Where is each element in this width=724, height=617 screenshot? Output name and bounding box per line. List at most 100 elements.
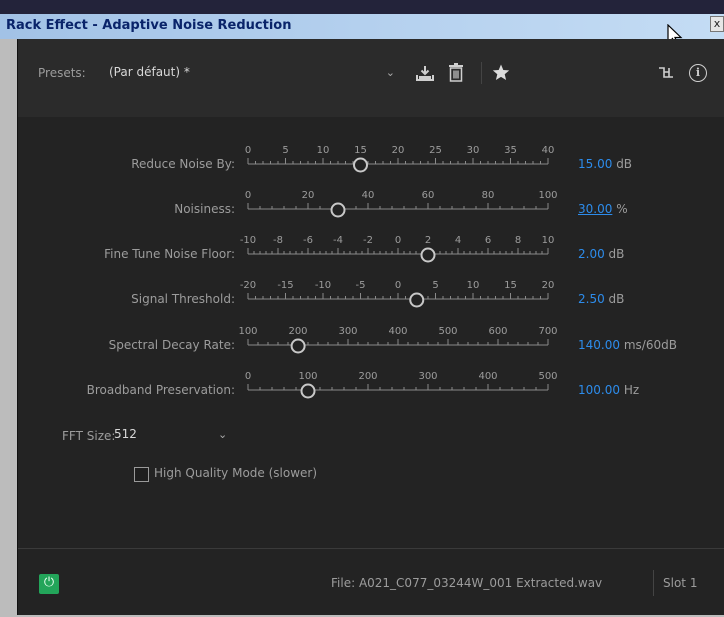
slider-tick-label: -6 bbox=[303, 235, 313, 246]
slider-tick-label: 400 bbox=[388, 326, 407, 337]
top-strip bbox=[0, 0, 724, 14]
high-quality-label: High Quality Mode (slower) bbox=[154, 466, 318, 480]
presets-dropdown[interactable]: (Par défaut) * ⌄ bbox=[103, 62, 401, 84]
slider-tick-label: 100 bbox=[238, 326, 257, 337]
chevron-down-icon: ⌄ bbox=[385, 66, 395, 79]
param-value[interactable]: 2.50 dB bbox=[578, 292, 624, 306]
slider-tick-label: -20 bbox=[240, 280, 256, 291]
slider-tick-label: 40 bbox=[362, 190, 375, 201]
routing-icon[interactable] bbox=[658, 66, 674, 80]
param-value-number[interactable]: 140.00 bbox=[578, 338, 620, 352]
slot-label: Slot 1 bbox=[663, 576, 698, 590]
slider-tick-label: 0 bbox=[245, 145, 251, 156]
slider-thumb[interactable] bbox=[330, 202, 346, 218]
param-slider[interactable]: 100 200 300 400 500 600 700 bbox=[238, 318, 558, 356]
param-slider[interactable]: -20 -15 -10 -5 0 5 10 15 20 bbox=[240, 272, 554, 310]
param-value-unit: dB bbox=[616, 157, 633, 171]
slider-tick-label: 5 bbox=[282, 145, 288, 156]
param-value[interactable]: 15.00 dB bbox=[578, 157, 632, 171]
slider-tick-label: 0 bbox=[395, 235, 401, 246]
param-value-number[interactable]: 15.00 bbox=[578, 157, 612, 171]
slider-tick-label: 15 bbox=[354, 145, 367, 156]
save-preset-icon[interactable] bbox=[416, 65, 434, 81]
slider-tick-label: 0 bbox=[245, 190, 251, 201]
param-value[interactable]: 2.00 dB bbox=[578, 247, 624, 261]
slider-tick-label: 80 bbox=[482, 190, 495, 201]
slider-thumb[interactable] bbox=[353, 157, 368, 173]
slider-tick-label: 10 bbox=[467, 280, 480, 291]
slider-tick-label: 10 bbox=[317, 145, 330, 156]
presets-label: Presets: bbox=[38, 66, 86, 80]
slider-tick-label: -10 bbox=[240, 235, 256, 246]
slider-tick-label: 500 bbox=[438, 326, 457, 337]
toolbar-separator bbox=[481, 62, 482, 84]
slider-tick-label: -5 bbox=[356, 280, 366, 291]
slider-tick-label: 25 bbox=[429, 145, 442, 156]
fft-size-value: 512 bbox=[114, 427, 137, 441]
param-slider[interactable]: 0 100 200 300 400 500 bbox=[245, 363, 558, 401]
param-value[interactable]: 140.00 ms/60dB bbox=[578, 338, 677, 352]
slider-tick-label: 600 bbox=[488, 326, 507, 337]
power-button[interactable]: ⏻ bbox=[39, 574, 59, 594]
slider-tick-label: 20 bbox=[542, 280, 555, 291]
param-slider[interactable]: -10 -8 -6 -4 -2 0 2 4 6 8 10 bbox=[240, 227, 554, 265]
param-value-unit: ms/60dB bbox=[623, 338, 677, 352]
close-button[interactable]: x bbox=[710, 16, 724, 32]
slider-thumb[interactable] bbox=[290, 338, 306, 354]
slider-tick-label: 2 bbox=[425, 235, 431, 246]
param-value-unit: % bbox=[616, 202, 628, 216]
slider-tick-label: 0 bbox=[395, 280, 401, 291]
effect-panel: Presets: (Par défaut) * ⌄ i Reduce Noise… bbox=[17, 39, 724, 615]
info-icon[interactable]: i bbox=[689, 64, 707, 82]
slider-tick-label: 200 bbox=[358, 371, 377, 382]
window-title: Rack Effect - Adaptive Noise Reduction bbox=[6, 18, 292, 33]
slider-thumb[interactable] bbox=[420, 247, 436, 263]
file-name: File: A021_C077_03244W_001 Extracted.wav bbox=[331, 576, 603, 590]
slider-tick-label: 4 bbox=[455, 235, 461, 246]
footer-divider bbox=[18, 548, 724, 549]
slider-thumb[interactable] bbox=[300, 383, 316, 399]
param-label: Reduce Noise By: bbox=[131, 157, 235, 171]
high-quality-checkbox[interactable] bbox=[134, 467, 149, 482]
param-label: Broadband Preservation: bbox=[86, 383, 235, 397]
slider-thumb[interactable] bbox=[409, 292, 425, 308]
slider-tick-label: -2 bbox=[363, 235, 373, 246]
slider-tick-label: 40 bbox=[542, 145, 555, 156]
param-label: Noisiness: bbox=[174, 202, 235, 216]
param-value[interactable]: 30.00 % bbox=[578, 202, 628, 216]
param-value-number[interactable]: 2.00 bbox=[578, 247, 605, 261]
param-value-unit: dB bbox=[608, 247, 625, 261]
slider-tick-label: 60 bbox=[422, 190, 435, 201]
param-value-number[interactable]: 30.00 bbox=[578, 202, 612, 216]
param-slider[interactable]: 0 20 40 60 80 100 bbox=[245, 182, 558, 220]
slider-tick-label: -4 bbox=[333, 235, 343, 246]
param-value-unit: Hz bbox=[623, 383, 640, 397]
param-value[interactable]: 100.00 Hz bbox=[578, 383, 639, 397]
slider-tick-label: 6 bbox=[485, 235, 491, 246]
footer-separator bbox=[653, 570, 654, 596]
slider-tick-label: 20 bbox=[302, 190, 315, 201]
slider-tick-label: 10 bbox=[542, 235, 555, 246]
slider-tick-label: 500 bbox=[538, 371, 557, 382]
param-label: Fine Tune Noise Floor: bbox=[104, 247, 235, 261]
slider-tick-label: -15 bbox=[277, 280, 293, 291]
presets-value: (Par défaut) * bbox=[109, 65, 190, 79]
slider-tick-label: 300 bbox=[338, 326, 357, 337]
slider-tick-label: 30 bbox=[467, 145, 480, 156]
delete-preset-icon[interactable] bbox=[448, 63, 464, 82]
param-label: Spectral Decay Rate: bbox=[108, 338, 235, 352]
slider-tick-label: 20 bbox=[392, 145, 405, 156]
favorite-star-icon[interactable] bbox=[492, 64, 510, 81]
power-icon: ⏻ bbox=[43, 575, 55, 590]
slider-tick-label: 100 bbox=[298, 371, 317, 382]
param-value-number[interactable]: 2.50 bbox=[578, 292, 605, 306]
param-value-unit: dB bbox=[608, 292, 625, 306]
title-bar[interactable]: Rack Effect - Adaptive Noise Reduction x bbox=[0, 14, 724, 39]
slider-tick-label: 35 bbox=[504, 145, 517, 156]
slider-tick-label: 100 bbox=[538, 190, 557, 201]
param-slider[interactable]: 0 5 10 15 20 25 30 35 40 bbox=[245, 137, 554, 175]
slider-tick-label: 0 bbox=[245, 371, 251, 382]
slider-tick-label: -10 bbox=[315, 280, 331, 291]
param-value-number[interactable]: 100.00 bbox=[578, 383, 620, 397]
fft-size-dropdown[interactable]: 512 ⌄ bbox=[108, 424, 242, 446]
